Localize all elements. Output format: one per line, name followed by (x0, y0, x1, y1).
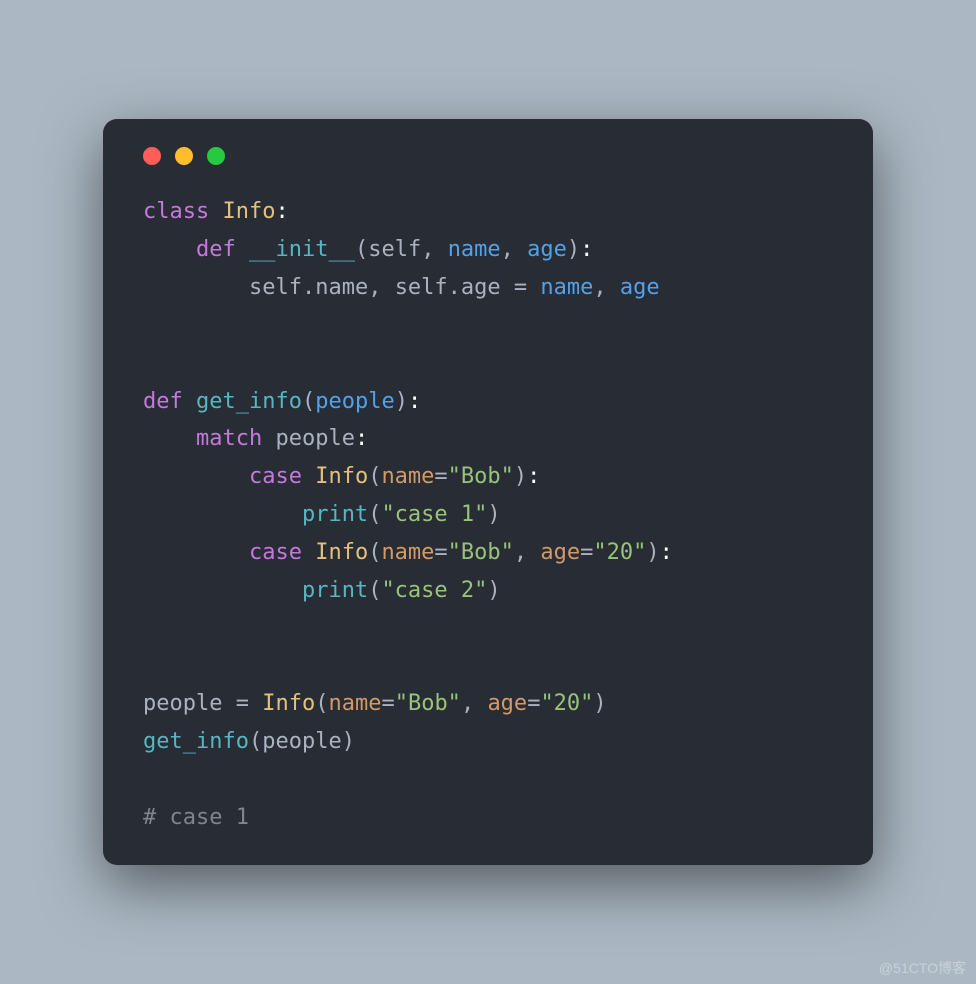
paren: ( (368, 578, 381, 603)
kw-class: class (143, 199, 209, 224)
class-info: Info (262, 691, 315, 716)
dot: . (302, 275, 315, 300)
param-self: self (368, 237, 421, 262)
indent (143, 275, 249, 300)
comma: , (368, 275, 395, 300)
paren: ( (355, 237, 368, 262)
call-getinfo: get_info (143, 729, 249, 754)
str-bob: "Bob" (448, 464, 514, 489)
kw-case: case (249, 540, 302, 565)
eq: = (222, 691, 262, 716)
class-info: Info (315, 540, 368, 565)
minimize-icon (175, 147, 193, 165)
colon: : (355, 426, 368, 451)
indent (143, 540, 249, 565)
self: self (249, 275, 302, 300)
func-print: print (302, 502, 368, 527)
param-people: people (315, 389, 394, 414)
param-name: name (448, 237, 501, 262)
str-20: "20" (540, 691, 593, 716)
func-print: print (302, 578, 368, 603)
str-case2: "case 2" (381, 578, 487, 603)
paren: ) (487, 578, 500, 603)
indent (143, 237, 196, 262)
func-init: __init__ (249, 237, 355, 262)
paren: ( (368, 502, 381, 527)
traffic-lights (143, 147, 833, 165)
func-getinfo: get_info (196, 389, 302, 414)
kwarg-age: age (540, 540, 580, 565)
watermark: @51CTO博客 (879, 958, 966, 978)
colon: : (527, 464, 540, 489)
indent (143, 464, 249, 489)
comma: , (593, 275, 620, 300)
indent (143, 426, 196, 451)
kw-def: def (143, 389, 183, 414)
comment: # case 1 (143, 805, 249, 830)
attr-name: name (315, 275, 368, 300)
class-info: Info (315, 464, 368, 489)
kw-case: case (249, 464, 302, 489)
colon: : (275, 199, 288, 224)
paren: ( (315, 691, 328, 716)
eq: = (580, 540, 593, 565)
kwarg-age: age (487, 691, 527, 716)
comma: , (514, 540, 541, 565)
str-bob: "Bob" (448, 540, 514, 565)
colon: : (660, 540, 673, 565)
comma: , (421, 237, 448, 262)
str-20: "20" (593, 540, 646, 565)
str-bob: "Bob" (395, 691, 461, 716)
code-block: class Info: def __init__(self, name, age… (143, 193, 833, 836)
close-icon (143, 147, 161, 165)
paren: ( (368, 464, 381, 489)
paren: ( (249, 729, 262, 754)
paren: ) (567, 237, 580, 262)
kwarg-name: name (381, 464, 434, 489)
kw-def: def (196, 237, 236, 262)
comma: , (461, 691, 488, 716)
paren: ) (593, 691, 606, 716)
match-arg: people (275, 426, 354, 451)
paren: ( (368, 540, 381, 565)
self: self (395, 275, 448, 300)
var-people: people (143, 691, 222, 716)
eq: = (501, 275, 541, 300)
paren: ) (395, 389, 408, 414)
val-age: age (620, 275, 660, 300)
val-name: name (540, 275, 593, 300)
eq: = (434, 464, 447, 489)
arg-people: people (262, 729, 341, 754)
code-window: class Info: def __init__(self, name, age… (103, 119, 873, 864)
indent (143, 578, 302, 603)
maximize-icon (207, 147, 225, 165)
kwarg-name: name (381, 540, 434, 565)
stage: class Info: def __init__(self, name, age… (0, 0, 976, 984)
eq: = (527, 691, 540, 716)
paren: ) (646, 540, 659, 565)
comma: , (501, 237, 528, 262)
kwarg-name: name (328, 691, 381, 716)
eq: = (434, 540, 447, 565)
class-name: Info (222, 199, 275, 224)
paren: ) (487, 502, 500, 527)
indent (143, 502, 302, 527)
kw-match: match (196, 426, 262, 451)
paren: ( (302, 389, 315, 414)
eq: = (381, 691, 394, 716)
paren: ) (514, 464, 527, 489)
colon: : (408, 389, 421, 414)
paren: ) (342, 729, 355, 754)
dot: . (448, 275, 461, 300)
param-age: age (527, 237, 567, 262)
str-case1: "case 1" (381, 502, 487, 527)
attr-age: age (461, 275, 501, 300)
colon: : (580, 237, 593, 262)
